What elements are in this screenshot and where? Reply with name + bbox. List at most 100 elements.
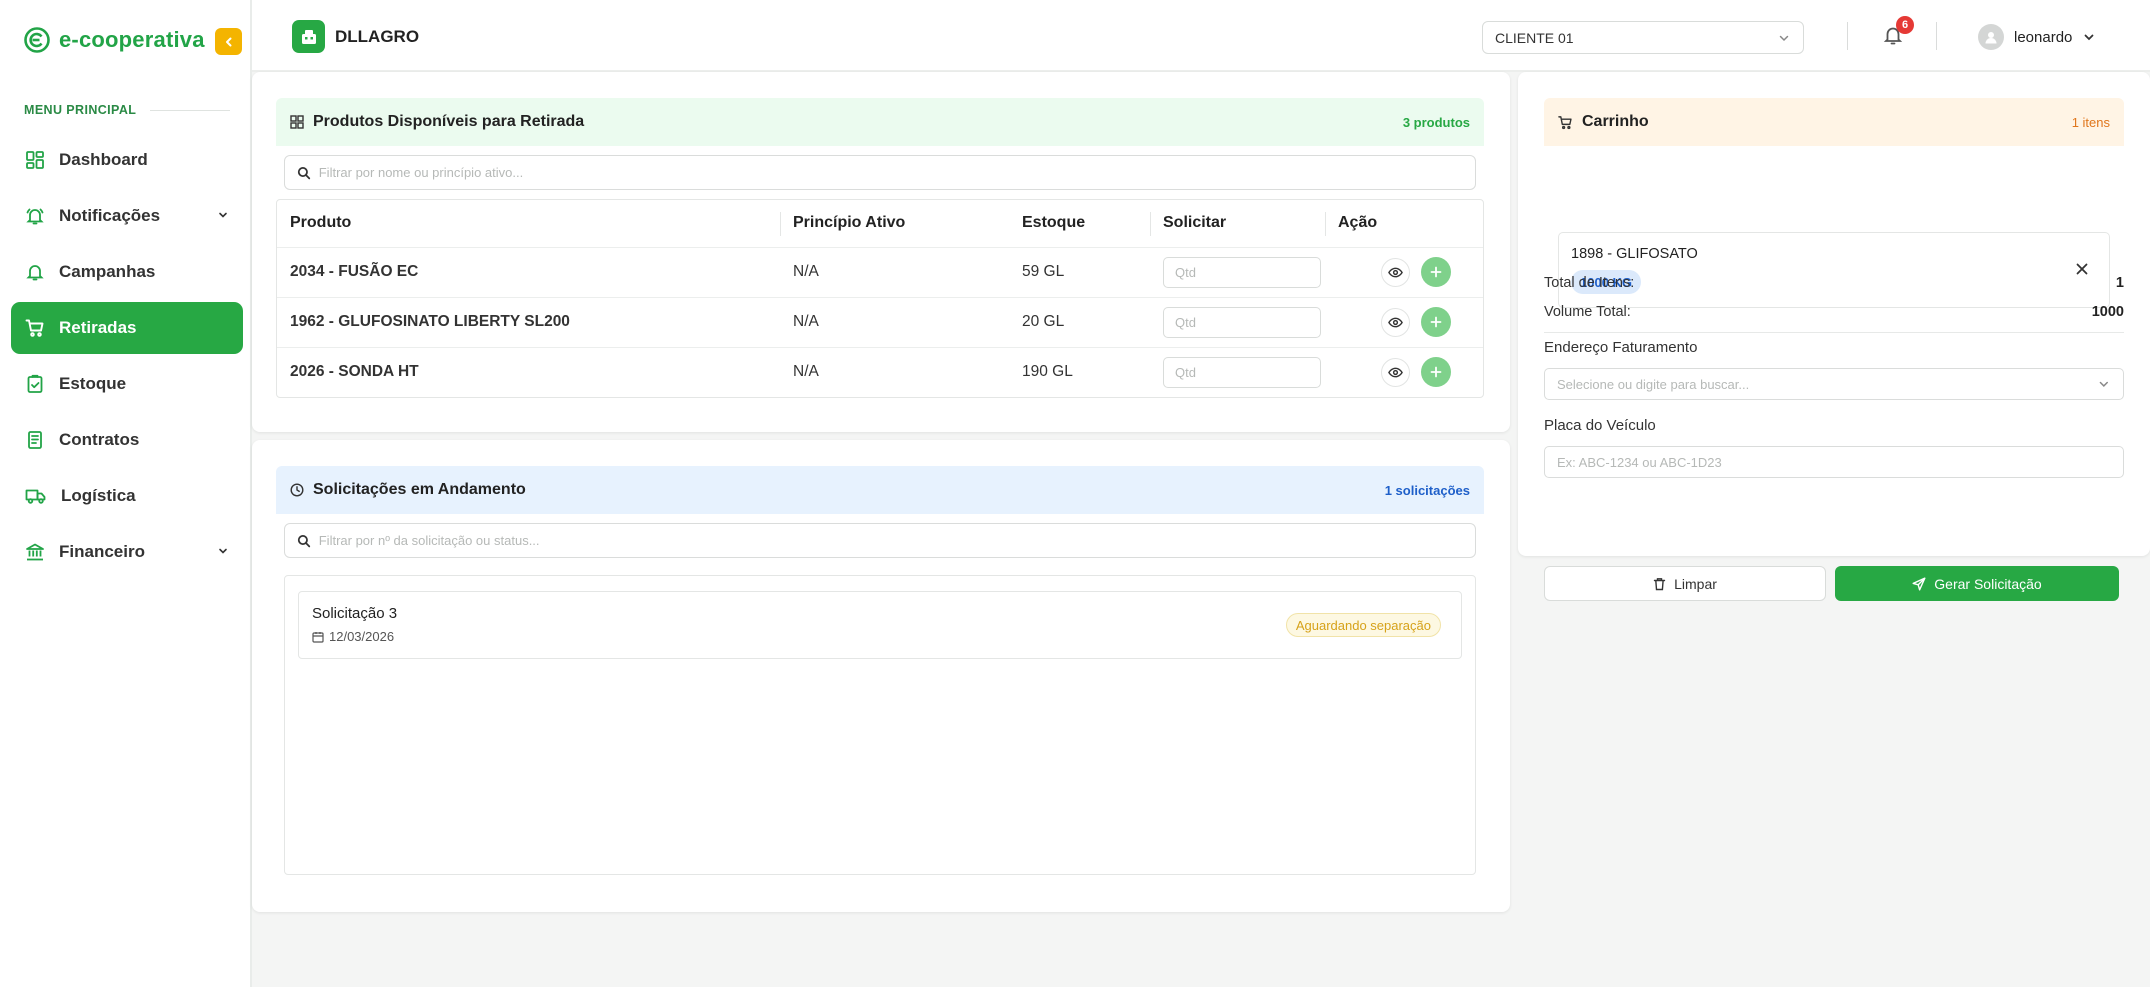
products-title: Produtos Disponíveis para Retirada <box>313 113 585 130</box>
menu-section-label: MENU PRINCIPAL <box>24 103 137 117</box>
clear-cart-button[interactable]: Limpar <box>1544 566 1826 601</box>
products-count: 3 produtos <box>1402 114 1470 130</box>
table-header-row: Produto Princípio Ativo Estoque Solicita… <box>277 200 1483 247</box>
view-product-button[interactable] <box>1381 357 1410 387</box>
sidebar-item-label: Campanhas <box>59 262 156 281</box>
billing-address-input[interactable] <box>1557 376 2098 392</box>
user-menu[interactable]: leonardo <box>1978 24 2096 50</box>
add-to-cart-button[interactable] <box>1421 357 1452 388</box>
company-name: DLLAGRO <box>335 27 420 46</box>
quantity-input[interactable] <box>1163 306 1321 338</box>
column-header-acao: Ação <box>1325 200 1483 247</box>
chevron-down-icon <box>1779 35 1789 41</box>
sidebar-item-label: Retiradas <box>59 318 137 337</box>
status-badge: Aguardando separação <box>1285 613 1441 637</box>
cart-icon <box>1558 115 1572 129</box>
add-to-cart-button[interactable] <box>1421 307 1452 337</box>
sidebar-item-logistica[interactable]: Logística <box>11 470 243 522</box>
sidebar-item-retiradas[interactable]: Retiradas <box>11 302 243 354</box>
cart-card: Carrinho 1 itens 1898 - GLIFOSATO 1000 K… <box>1518 72 2150 601</box>
chevron-left-icon <box>225 37 231 46</box>
vehicle-plate-input[interactable] <box>1557 454 2111 470</box>
document-icon <box>28 431 42 449</box>
dashboard-icon <box>26 151 44 169</box>
quantity-input[interactable] <box>1163 356 1321 388</box>
product-stock: 59 GL <box>1009 246 1150 297</box>
client-select[interactable]: CLIENTE 01 <box>1482 21 1804 54</box>
volume-row: Volume Total: 1000 <box>1544 304 2124 320</box>
cart-item-name: 1898 - GLIFOSATO <box>1571 246 1698 262</box>
sidebar-item-dashboard[interactable]: Dashboard <box>11 134 243 186</box>
vehicle-plate-label: Placa do Veículo <box>1544 417 1656 434</box>
requests-count: 1 solicitações <box>1384 482 1470 498</box>
requests-card: Solicitações em Andamento 1 solicitações… <box>252 440 1510 912</box>
add-to-cart-button[interactable] <box>1421 257 1452 287</box>
eye-icon <box>1388 367 1403 378</box>
eye-icon <box>1388 267 1403 277</box>
sidebar-item-estoque[interactable]: Estoque <box>11 358 243 410</box>
view-product-button[interactable] <box>1381 257 1410 287</box>
client-select-value: CLIENTE 01 <box>1495 29 1574 46</box>
cart-divider <box>1544 332 2124 333</box>
generate-request-button[interactable]: Gerar Solicitação <box>1835 566 2119 601</box>
sidebar-item-contratos[interactable]: Contratos <box>11 414 243 466</box>
quantity-input[interactable] <box>1163 256 1321 288</box>
truck-icon <box>25 489 46 504</box>
clock-icon <box>290 483 304 497</box>
chevron-down-icon <box>219 212 227 218</box>
collapse-sidebar-button[interactable] <box>215 28 242 55</box>
sidebar-item-notificacoes[interactable]: Notificações <box>11 190 243 242</box>
products-search-input[interactable] <box>318 165 1463 180</box>
table-row: 1962 - GLUFOSINATO LIBERTY SL200 N/A 20 … <box>277 296 1483 347</box>
clear-cart-label: Limpar <box>1674 575 1717 592</box>
avatar <box>1978 24 2004 50</box>
plus-icon <box>1430 316 1442 328</box>
chevron-down-icon <box>219 548 227 554</box>
clipboard-check-icon <box>27 374 43 393</box>
cart-icon <box>25 319 44 337</box>
product-stock: 190 GL <box>1009 346 1150 397</box>
sidebar-item-label: Estoque <box>59 374 127 393</box>
view-product-button[interactable] <box>1381 307 1410 337</box>
requests-title: Solicitações em Andamento <box>313 481 526 498</box>
column-header-solicitar: Solicitar <box>1150 200 1325 247</box>
product-active-ingredient: N/A <box>780 346 1009 397</box>
list-item[interactable]: Solicitação 3 12/03/2026 Aguardando sepa… <box>298 591 1462 659</box>
sidebar-item-label: Contratos <box>59 430 140 449</box>
products-table: Produto Princípio Ativo Estoque Solicita… <box>276 199 1484 398</box>
bell-icon <box>26 265 44 281</box>
header-divider <box>1936 22 1937 50</box>
trash-icon <box>1653 577 1666 590</box>
cart-card-header: Carrinho 1 itens <box>1544 98 2124 146</box>
requests-list: Solicitação 3 12/03/2026 Aguardando sepa… <box>284 575 1476 875</box>
sidebar-item-campanhas[interactable]: Campanhas <box>11 246 243 298</box>
requests-search[interactable] <box>284 523 1476 558</box>
product-stock: 20 GL <box>1009 296 1150 347</box>
products-search[interactable] <box>284 155 1476 190</box>
sidebar-item-label: Financeiro <box>59 542 145 561</box>
sidebar-item-financeiro[interactable]: Financeiro <box>11 526 243 578</box>
billing-address-select[interactable] <box>1544 368 2124 400</box>
logo[interactable]: e-cooperativa <box>23 26 205 54</box>
product-active-ingredient: N/A <box>780 246 1009 297</box>
chevron-down-icon <box>2084 34 2094 41</box>
product-name: 1962 - GLUFOSINATO LIBERTY SL200 <box>277 296 780 347</box>
sidebar-item-label: Notificações <box>59 206 161 225</box>
company-icon <box>292 20 325 53</box>
sidebar-item-label: Dashboard <box>59 150 148 169</box>
user-icon <box>1985 32 1997 44</box>
bank-icon <box>26 543 44 561</box>
volume-value: 1000 <box>2091 304 2124 320</box>
vehicle-plate-field[interactable] <box>1544 446 2124 478</box>
products-card: Produtos Disponíveis para Retirada 3 pro… <box>252 72 1510 432</box>
products-card-header: Produtos Disponíveis para Retirada 3 pro… <box>276 98 1484 146</box>
send-icon <box>1912 577 1926 590</box>
cooperativa-logo-icon <box>23 26 51 54</box>
product-active-ingredient: N/A <box>780 296 1009 347</box>
plus-icon <box>1430 366 1442 378</box>
cart-item: 1898 - GLIFOSATO 1000 KG <box>1558 232 2110 308</box>
product-name: 2026 - SONDA HT <box>277 346 780 397</box>
total-items-value: 1 <box>2115 275 2124 291</box>
requests-search-input[interactable] <box>318 533 1463 548</box>
notifications-badge: 6 <box>1896 16 1914 34</box>
